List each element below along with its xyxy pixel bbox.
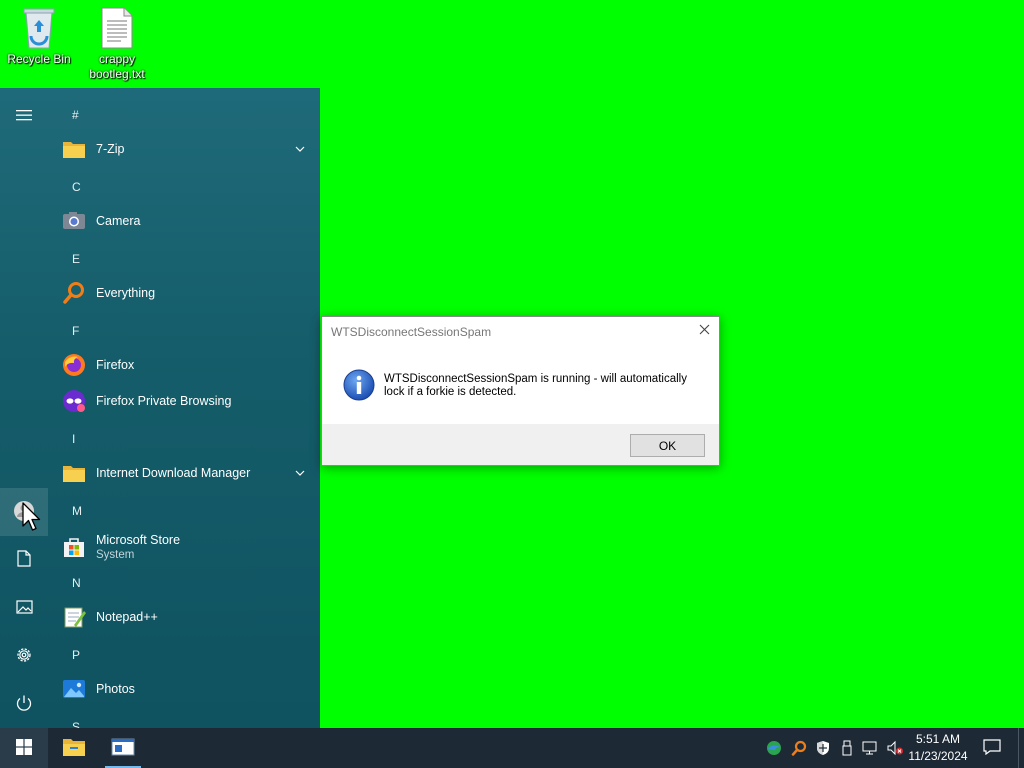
desktop-icon-label: Recycle Bin (7, 52, 71, 66)
text-file-icon (97, 6, 137, 50)
hamburger-icon (16, 108, 32, 125)
folder-icon (62, 461, 86, 485)
letter-header-m[interactable]: M (72, 504, 82, 518)
info-icon (343, 369, 375, 401)
mouse-cursor-icon (22, 502, 42, 534)
system-clock[interactable]: 5:51 AM 11/23/2024 (906, 731, 970, 765)
window-icon (111, 737, 135, 760)
taskbar-file-explorer[interactable] (50, 728, 98, 768)
letter-header-e[interactable]: E (72, 252, 80, 266)
app-item-microsoft-store[interactable]: Microsoft Store System (62, 527, 308, 567)
app-name: Notepad++ (96, 610, 158, 624)
letter-header-hash[interactable]: # (72, 108, 79, 122)
app-subtitle: System (96, 549, 135, 561)
recycle-bin-icon (19, 6, 59, 50)
photos-icon (62, 677, 86, 701)
expand-menu-button[interactable] (0, 92, 48, 140)
store-icon (62, 535, 86, 559)
start-menu-rail (0, 88, 48, 728)
documents-button[interactable] (0, 536, 48, 584)
firefox-icon (62, 353, 86, 377)
dialog-footer: OK (322, 424, 719, 465)
app-item-firefox-private[interactable]: Firefox Private Browsing (62, 383, 308, 419)
letter-header-i[interactable]: I (72, 432, 75, 446)
desktop-icon-recycle-bin[interactable]: Recycle Bin (1, 6, 77, 67)
everything-icon[interactable] (789, 738, 809, 758)
app-name: Everything (96, 286, 156, 300)
app-name: Internet Download Manager (96, 466, 251, 480)
chevron-down-icon[interactable] (294, 467, 306, 479)
pictures-icon (15, 599, 33, 617)
clock-time: 5:51 AM (915, 732, 961, 746)
desktop-icon-label: crappy bootleg.txt (89, 52, 145, 81)
network-icon[interactable] (861, 738, 881, 758)
settings-button[interactable] (0, 632, 48, 680)
pictures-button[interactable] (0, 584, 48, 632)
camera-icon (62, 209, 86, 233)
firefox-private-icon (62, 389, 86, 413)
security-icon[interactable] (813, 738, 833, 758)
app-name: Camera (96, 214, 141, 228)
ok-button[interactable]: OK (630, 434, 705, 457)
app-item-notepad-plus-plus[interactable]: Notepad++ (62, 599, 308, 635)
app-item-photos[interactable]: Photos (62, 671, 308, 707)
folder-icon (62, 137, 86, 161)
app-item-firefox[interactable]: Firefox (62, 347, 308, 383)
app-item-internet-download-manager[interactable]: Internet Download Manager (62, 455, 308, 491)
dialog-title: WTSDisconnectSessionSpam (331, 325, 492, 339)
power-button[interactable] (0, 680, 48, 728)
notification-icon (983, 738, 1001, 758)
app-name: 7-Zip (96, 142, 125, 156)
gear-icon (15, 646, 33, 667)
show-desktop-button[interactable] (1018, 728, 1024, 768)
start-button[interactable] (0, 728, 48, 768)
app-name: Firefox (96, 358, 135, 372)
letter-header-p[interactable]: P (72, 648, 80, 662)
clock-date: 11/23/2024 (908, 749, 968, 763)
app-name: Photos (96, 682, 135, 696)
taskbar: 5:51 AM 11/23/2024 (0, 728, 1024, 768)
volume-muted-icon[interactable] (885, 738, 905, 758)
desktop-icon-text-file[interactable]: crappy bootleg.txt (79, 6, 155, 82)
app-item-7zip[interactable]: 7-Zip (62, 131, 308, 167)
letter-header-f[interactable]: F (72, 324, 79, 338)
document-icon (17, 550, 31, 570)
chevron-down-icon[interactable] (294, 143, 306, 155)
dialog-message: WTSDisconnectSessionSpam is running - wi… (384, 373, 687, 398)
app-item-everything[interactable]: Everything (62, 275, 308, 311)
windows-logo-icon (16, 738, 32, 758)
taskbar-dialog-window[interactable] (99, 728, 147, 768)
notification-center-button[interactable] (976, 728, 1008, 768)
letter-header-s[interactable]: S (72, 720, 80, 728)
close-button[interactable] (689, 317, 719, 345)
letter-header-n[interactable]: N (72, 576, 81, 590)
notepad-plus-plus-icon (62, 605, 86, 629)
usb-icon[interactable] (837, 738, 857, 758)
close-icon (699, 324, 710, 338)
app-name: Firefox Private Browsing (96, 394, 232, 408)
power-icon (15, 694, 33, 715)
magnifier-icon (62, 281, 86, 305)
letter-header-c[interactable]: C (72, 180, 81, 194)
app-name: Microsoft Store (96, 533, 181, 547)
app-item-camera[interactable]: Camera (62, 203, 308, 239)
message-dialog: WTSDisconnectSessionSpam WTSDisconnectSe… (321, 316, 720, 466)
edge-icon[interactable] (764, 738, 784, 758)
start-menu: # 7-Zip C Camera E Everything F Firefox … (0, 88, 320, 728)
folder-icon (62, 737, 86, 760)
app-list: # 7-Zip C Camera E Everything F Firefox … (48, 88, 320, 728)
